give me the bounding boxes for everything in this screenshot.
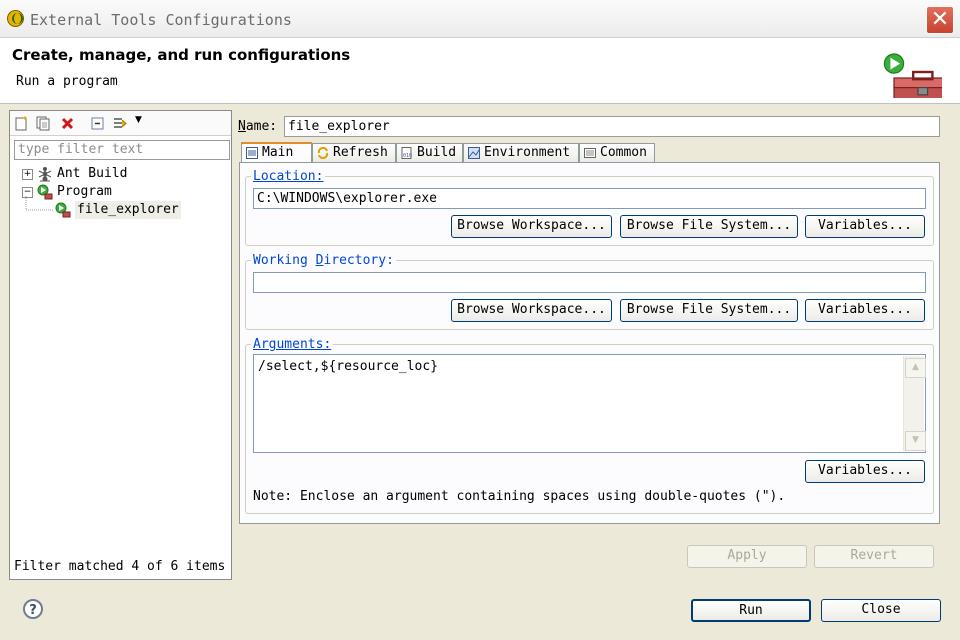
revert-button[interactable]: Revert (814, 545, 934, 568)
arguments-scrollbar[interactable]: ▲ ▼ (903, 356, 926, 451)
tree-item-label: Program (57, 184, 112, 199)
name-label-rest: ame: (245, 119, 278, 134)
tab-build[interactable]: 010 Build (396, 143, 463, 162)
working-directory-input[interactable] (253, 272, 926, 293)
arguments-value: /select,${resource_loc} (258, 359, 439, 374)
location-variables-button[interactable]: Variables... (805, 215, 925, 238)
arguments-note: Note: Enclose an argument containing spa… (253, 489, 786, 504)
working-directory-label: Working Directory: (251, 253, 396, 268)
ant-icon (38, 167, 52, 182)
wd-label-a: Working (253, 253, 316, 268)
arguments-label-text: Arguments: (253, 337, 332, 352)
tab-environment[interactable]: Environment (463, 143, 579, 162)
filter-icon[interactable] (112, 116, 127, 131)
tree-item-label: Ant Build (57, 166, 128, 181)
eclipse-app-icon (7, 10, 24, 27)
tree-connector-line (25, 196, 54, 211)
name-label-mnemonic: N (238, 119, 246, 134)
run-button[interactable]: Run (691, 599, 811, 622)
apply-button[interactable]: Apply (687, 545, 807, 568)
delete-icon[interactable] (60, 116, 75, 131)
filter-input[interactable]: type filter text (14, 140, 230, 160)
wd-browse-workspace-button[interactable]: Browse Workspace... (451, 299, 612, 322)
arguments-label: Arguments: (251, 337, 334, 352)
toolbox-run-icon (883, 53, 942, 98)
tab-common[interactable]: Common (579, 143, 655, 162)
title-bar: External Tools Configurations ✕ (0, 0, 960, 38)
svg-text:010: 010 (403, 153, 412, 159)
location-browse-workspace-button[interactable]: Browse Workspace... (451, 215, 612, 238)
tree-item-label: file_explorer (75, 201, 181, 219)
window-close-button[interactable]: ✕ (926, 6, 954, 34)
close-button[interactable]: Close (821, 599, 941, 622)
collapse-all-icon[interactable] (90, 116, 105, 131)
common-icon (584, 148, 596, 158)
help-icon[interactable]: ? (23, 599, 43, 619)
expand-toggle[interactable]: + (22, 169, 33, 180)
new-config-icon[interactable] (14, 116, 29, 131)
name-label: Name: (238, 119, 277, 134)
tab-label: Common (600, 145, 647, 160)
header-subtitle: Run a program (16, 74, 118, 89)
header-title: Create, manage, and run configurations (12, 46, 351, 64)
tab-main[interactable]: Main (241, 142, 312, 163)
arguments-variables-button[interactable]: Variables... (805, 460, 925, 483)
dropdown-arrow-icon[interactable]: ▼ (135, 115, 142, 125)
tab-label: Refresh (333, 145, 388, 160)
environment-icon (468, 147, 480, 159)
refresh-icon (317, 147, 329, 159)
location-label-text: Location: (253, 169, 324, 184)
tab-label: Environment (484, 145, 571, 160)
location-input[interactable]: C:\WINDOWS\explorer.exe (253, 188, 926, 209)
dialog-header: Create, manage, and run configurations R… (0, 38, 960, 104)
main-tab-icon (246, 147, 258, 159)
program-config-icon (55, 202, 71, 218)
filter-status-text: Filter matched 4 of 6 items (14, 559, 226, 574)
scroll-down-icon[interactable]: ▼ (905, 431, 926, 451)
build-icon: 010 (401, 147, 412, 159)
configuration-toolbar: ▼ (10, 111, 231, 136)
scroll-up-icon[interactable]: ▲ (905, 358, 926, 378)
tab-label: Main (262, 145, 294, 160)
tab-refresh[interactable]: Refresh (312, 143, 396, 162)
window-title: External Tools Configurations (30, 11, 292, 29)
duplicate-icon[interactable] (36, 116, 51, 131)
wd-variables-button[interactable]: Variables... (805, 299, 925, 322)
location-browse-file-system-button[interactable]: Browse File System... (620, 215, 798, 238)
wd-browse-file-system-button[interactable]: Browse File System... (620, 299, 798, 322)
location-label: Location: (251, 169, 326, 184)
tab-label: Build (417, 145, 457, 160)
arguments-textarea[interactable]: /select,${resource_loc} (253, 354, 926, 453)
name-input[interactable]: file_explorer (284, 116, 940, 137)
wd-label-c: irectory: (323, 253, 394, 268)
